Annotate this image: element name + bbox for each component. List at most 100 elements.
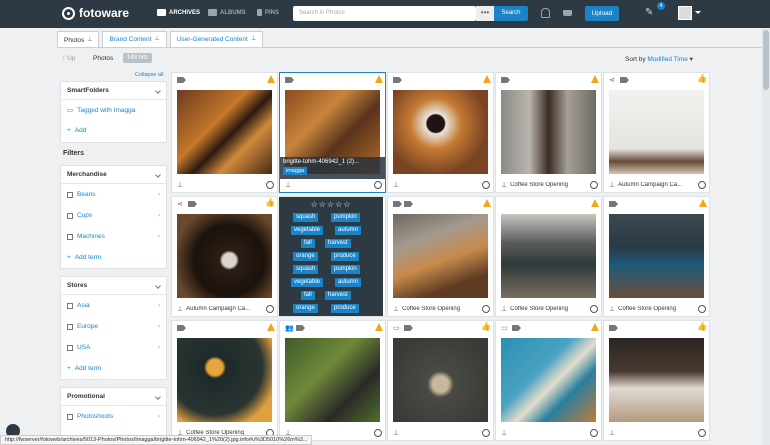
pin-icon[interactable]: ⊥ xyxy=(609,305,615,313)
share-icon[interactable]: ⋖ xyxy=(609,76,615,84)
keyword-tag[interactable]: squash xyxy=(293,265,319,274)
asset-thumbnail[interactable] xyxy=(393,214,488,298)
pin-icon[interactable]: ⊥ xyxy=(393,305,399,313)
asset-card[interactable]: ⊥ xyxy=(171,72,278,193)
monitor-icon[interactable]: ▭ xyxy=(393,324,400,332)
select-checkbox[interactable] xyxy=(374,429,382,437)
keyword-tag[interactable]: harvest xyxy=(325,291,351,300)
pin-icon[interactable]: ⊥ xyxy=(154,32,159,47)
asset-card[interactable]: ▭ 👍 ⊥ xyxy=(387,320,494,441)
chevron-right-icon[interactable]: › xyxy=(158,184,160,205)
add-term-button[interactable]: + Add term xyxy=(61,247,166,268)
filter-photoshoots[interactable]: Photoshoots › xyxy=(61,406,166,427)
checkbox[interactable] xyxy=(67,302,73,309)
asset-thumbnail[interactable] xyxy=(177,90,272,174)
nav-pins[interactable]: PINS xyxy=(257,9,279,16)
merchandise-header[interactable]: Merchandise xyxy=(61,166,166,184)
nav-archives[interactable]: ARCHIVES xyxy=(157,9,200,16)
checkbox[interactable] xyxy=(67,191,73,198)
tag-icon[interactable] xyxy=(177,325,186,331)
sort-value[interactable]: Modified Time xyxy=(647,56,687,63)
asset-card[interactable]: ⊥ Coffee Store Opening xyxy=(495,196,602,317)
filter-beans[interactable]: Beans › xyxy=(61,184,166,205)
chevron-right-icon[interactable]: › xyxy=(158,295,160,316)
search-button[interactable]: Search xyxy=(494,6,528,21)
tag-icon[interactable] xyxy=(609,201,618,207)
scrollbar[interactable] xyxy=(762,28,770,445)
collapse-all-link[interactable]: Collapse all xyxy=(135,72,163,78)
pin-icon[interactable]: ⊥ xyxy=(501,305,507,313)
keyword-tag[interactable]: imagga xyxy=(283,167,308,175)
rating-stars[interactable]: ☆☆☆☆☆ xyxy=(279,200,383,209)
keyword-tag[interactable]: orange xyxy=(293,252,318,261)
filter-machines[interactable]: Machines › xyxy=(61,226,166,247)
tag-icon[interactable] xyxy=(620,77,629,83)
upload-button[interactable]: Upload xyxy=(585,6,619,21)
up-button[interactable]: ↑ Up xyxy=(62,55,75,62)
chevron-down-icon[interactable] xyxy=(695,11,701,14)
pin-icon[interactable]: ⊥ xyxy=(501,429,507,437)
tag-icon[interactable] xyxy=(512,325,521,331)
select-checkbox[interactable] xyxy=(482,429,490,437)
asset-thumbnail[interactable] xyxy=(609,338,704,422)
tag-icon[interactable] xyxy=(404,325,413,331)
asset-thumbnail[interactable] xyxy=(609,214,704,298)
tag-icon[interactable] xyxy=(177,77,186,83)
chevron-right-icon[interactable]: › xyxy=(158,205,160,226)
asset-thumbnail[interactable] xyxy=(393,338,488,422)
keyword-tag[interactable]: fall xyxy=(301,239,315,248)
asset-card[interactable]: 👥 ⊥ xyxy=(279,320,386,441)
keyword-tag[interactable]: harvest xyxy=(325,239,351,248)
checkbox[interactable] xyxy=(67,233,73,240)
nav-albums[interactable]: ALBUMS xyxy=(208,9,246,16)
asset-card[interactable]: ▭ ⊥ xyxy=(495,320,602,441)
tag-icon[interactable] xyxy=(609,325,618,331)
filter-cups[interactable]: Cups › xyxy=(61,205,166,226)
asset-thumbnail[interactable] xyxy=(609,90,704,174)
keyword-tag[interactable]: produce xyxy=(331,304,359,313)
pin-icon[interactable]: ⊥ xyxy=(87,33,92,48)
select-checkbox[interactable] xyxy=(374,181,382,189)
select-checkbox[interactable] xyxy=(266,305,274,313)
monitor-icon[interactable]: ▭ xyxy=(501,324,508,332)
pin-icon[interactable]: ⊥ xyxy=(177,181,183,189)
search-input[interactable]: Search in Photos xyxy=(293,6,476,21)
chevron-down-icon[interactable] xyxy=(155,283,161,289)
avatar[interactable] xyxy=(678,6,692,20)
select-checkbox[interactable] xyxy=(698,181,706,189)
pin-icon[interactable]: ⊥ xyxy=(393,429,399,437)
keyword-tag[interactable]: autumn xyxy=(335,278,362,287)
chevron-down-icon[interactable] xyxy=(155,394,161,400)
keyword-tag[interactable]: vegetable xyxy=(291,226,324,235)
asset-card[interactable]: ⋖ 👍 ⊥ Autumn Campaign Ca... xyxy=(171,196,278,317)
keyword-tag[interactable]: produce xyxy=(331,252,359,261)
select-checkbox[interactable] xyxy=(482,305,490,313)
keyword-tag[interactable]: pumpkin xyxy=(331,265,360,274)
cart-icon[interactable] xyxy=(563,10,572,16)
asset-thumbnail[interactable] xyxy=(285,338,380,422)
asset-card[interactable]: ⊥ xyxy=(387,72,494,193)
chevron-right-icon[interactable]: › xyxy=(158,406,160,427)
keyword-tag[interactable]: squash xyxy=(293,213,319,222)
smartfolder-item[interactable]: ▭ Tagged with Imagga xyxy=(61,100,166,121)
pin-icon[interactable]: ⊥ xyxy=(285,181,291,189)
keyword-tag[interactable]: pumpkin xyxy=(331,213,360,222)
scrollbar-thumb[interactable] xyxy=(763,30,769,90)
asset-thumbnail[interactable] xyxy=(501,90,596,174)
checkbox[interactable] xyxy=(67,413,73,420)
filter-europe[interactable]: Europe › xyxy=(61,316,166,337)
pin-icon[interactable]: ⊥ xyxy=(393,181,399,189)
tab-user-generated-content[interactable]: User-Generated Content ⊥ xyxy=(169,31,264,47)
asset-card[interactable]: ⊥ Coffee Store Opening xyxy=(495,72,602,193)
pin-icon[interactable]: ⊥ xyxy=(609,181,615,189)
tag-icon[interactable] xyxy=(393,201,402,207)
smartfolders-header[interactable]: SmartFolders xyxy=(61,82,166,100)
asset-thumbnail[interactable] xyxy=(393,90,488,174)
asset-card[interactable]: ⋖ 👍 ⊥ Autumn Campaign Ca... xyxy=(603,72,710,193)
asset-thumbnail[interactable] xyxy=(177,214,272,298)
sort-control[interactable]: Sort by Modified Time ▾ xyxy=(625,55,693,63)
asset-card[interactable]: brigitte-tohm-406942_1 (2)... imagga ⊥ xyxy=(279,72,386,193)
tag-icon[interactable] xyxy=(393,77,402,83)
asset-card[interactable]: ⊥ Coffee Store Opening xyxy=(603,196,710,317)
filter-asia[interactable]: Asia › xyxy=(61,295,166,316)
